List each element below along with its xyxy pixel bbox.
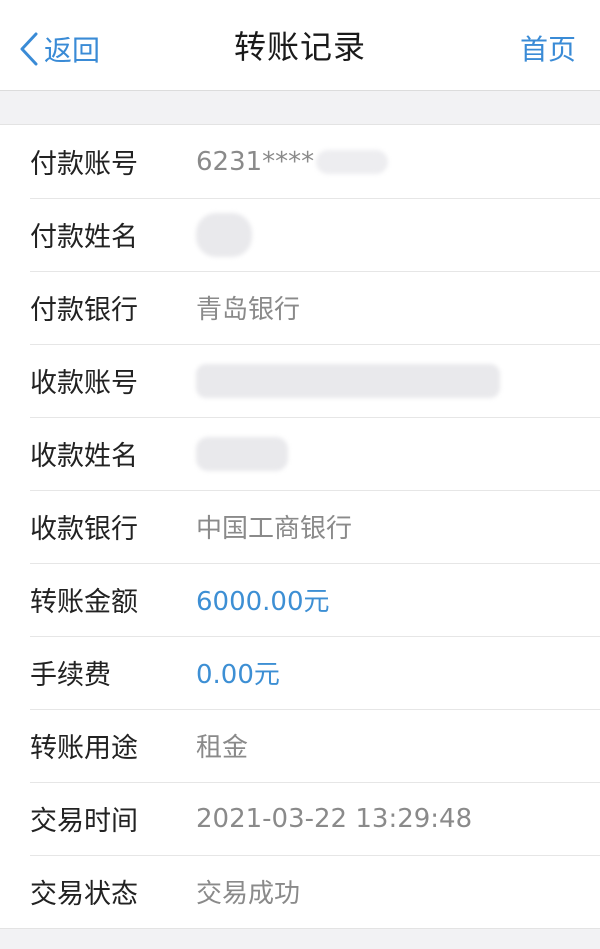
- detail-row-purpose: 转账用途 租金: [0, 709, 600, 782]
- payee-account-label: 收款账号: [30, 368, 138, 399]
- status-value: 交易成功: [196, 879, 301, 909]
- payer-account-mask: [316, 149, 389, 174]
- detail-row-payee-name: 收款姓名: [0, 417, 600, 490]
- payer-account-value: 6231****: [196, 146, 389, 177]
- detail-row-amount: 转账金额 6000.00元: [0, 563, 600, 636]
- page-title: 转账记录: [233, 28, 366, 66]
- status-label: 交易状态: [30, 879, 138, 910]
- fee-value: 0.00元: [196, 660, 280, 690]
- time-label: 交易时间: [30, 806, 138, 837]
- detail-row-fee: 手续费 0.00元: [0, 636, 600, 709]
- amount-label: 转账金额: [30, 587, 138, 618]
- payer-name-value: [196, 212, 252, 257]
- detail-row-payer-bank: 付款银行 青岛银行: [0, 271, 600, 344]
- transfer-record-screen: 返回 转账记录 首页 付款账号 6231**** 付款姓名 付款银行 青岛银行 …: [0, 0, 600, 949]
- detail-row-payer-name: 付款姓名: [0, 198, 600, 271]
- home-button[interactable]: 首页: [520, 28, 576, 68]
- payee-bank-label: 收款银行: [30, 514, 138, 545]
- payee-account-value: [196, 363, 500, 398]
- payer-account-text: 6231****: [196, 146, 315, 177]
- navigation-bar: 返回 转账记录 首页: [0, 0, 600, 91]
- detail-row-payee-bank: 收款银行 中国工商银行: [0, 490, 600, 563]
- purpose-label: 转账用途: [30, 733, 138, 764]
- time-value: 2021-03-22 13:29:48: [196, 803, 473, 834]
- transfer-detail-list: 付款账号 6231**** 付款姓名 付款银行 青岛银行 收款账号 收款姓名 收…: [0, 124, 600, 929]
- payer-bank-value: 青岛银行: [196, 295, 301, 325]
- payee-account-mask: [196, 363, 500, 398]
- payee-name-label: 收款姓名: [30, 441, 138, 472]
- detail-row-payer-account: 付款账号 6231****: [0, 125, 600, 198]
- purpose-value: 租金: [196, 733, 249, 763]
- payee-bank-value: 中国工商银行: [196, 514, 353, 544]
- payer-name-label: 付款姓名: [30, 222, 138, 253]
- detail-row-status: 交易状态 交易成功: [0, 855, 600, 928]
- payer-name-mask: [196, 212, 252, 257]
- detail-row-time: 交易时间 2021-03-22 13:29:48: [0, 782, 600, 855]
- payee-name-mask: [196, 436, 288, 471]
- payer-account-label: 付款账号: [30, 149, 138, 180]
- payee-name-value: [196, 436, 288, 471]
- detail-row-payee-account: 收款账号: [0, 344, 600, 417]
- fee-label: 手续费: [30, 660, 111, 691]
- amount-value: 6000.00元: [196, 587, 330, 617]
- payer-bank-label: 付款银行: [30, 295, 138, 326]
